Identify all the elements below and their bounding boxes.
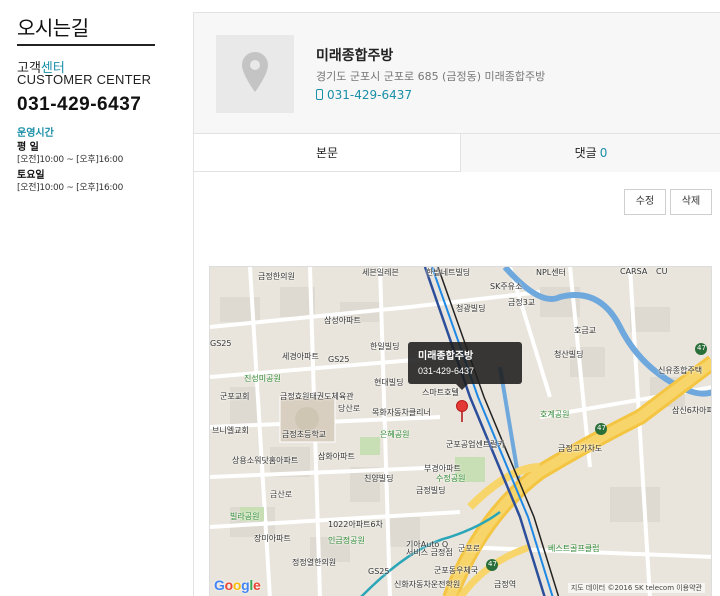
business-hours-title: 운영시간: [17, 128, 54, 139]
map-label: 브니엘교회: [212, 426, 249, 435]
map-label: 금정3교: [508, 298, 536, 307]
title-divider: [17, 44, 155, 46]
map-label: 서비스 금정점: [406, 548, 453, 557]
map-info-phone: 031-429-6437: [418, 366, 475, 376]
edit-button[interactable]: 수정: [624, 189, 666, 215]
map-label: SK주유소: [490, 282, 523, 291]
map-label: 상용소워닷홈아파트: [232, 456, 299, 465]
map-credit[interactable]: 지도 데이터 ©2016 SK telecom 이용약관: [567, 583, 705, 593]
map-label: GS25: [210, 339, 232, 348]
map-label: 금산로: [270, 490, 293, 499]
map-label: GS25: [328, 355, 350, 364]
map-label: GS25: [368, 567, 390, 576]
route-shield-label: 47: [488, 560, 497, 568]
map-label: 호금교: [574, 326, 597, 335]
map-label: 금정효원태권도체육관: [280, 392, 354, 401]
map-label: 스마트호텔: [422, 388, 459, 397]
map-label: 은혜공원: [380, 430, 410, 439]
map-label: 베스트골프클럽: [548, 544, 600, 553]
map-label: 군포로: [458, 544, 481, 553]
place-address: 경기도 군포시 군포로 685 (금정동) 미래종합주방: [316, 70, 546, 83]
google-logo-letter: G: [214, 577, 225, 593]
phone-icon: [316, 89, 323, 100]
map-label: 신화자동차운전학원: [394, 580, 461, 589]
map-label: 금정빌딩: [416, 486, 446, 495]
tab-body[interactable]: 본문: [194, 134, 461, 172]
map-label: 진성미공원: [244, 374, 281, 383]
map-label: 청광빌딩: [456, 304, 486, 313]
tab-comments-label: 댓글: [574, 146, 597, 160]
map-label: 삼신6차아파트: [672, 406, 711, 415]
map-label: 세븐일레븐: [362, 268, 399, 277]
map-label: 인금정공원: [328, 536, 365, 545]
map-label: 금정고가차도: [558, 444, 603, 453]
google-logo-letter: o: [232, 577, 242, 593]
map-label: 정정열한의원: [292, 558, 337, 567]
map-info-tail: [456, 384, 468, 390]
route-shield-label: 47: [697, 344, 706, 352]
saturday-hours: [오전]10:00 ~ [오후]16:00: [17, 183, 124, 193]
map-label: 군포동우체국: [434, 566, 479, 575]
map-label: 목화자동차클리너: [372, 408, 431, 417]
map-pin-icon: [242, 52, 268, 92]
map-label: 군포교회: [220, 392, 250, 401]
place-header: 미래종합주방 경기도 군포시 군포로 685 (금정동) 미래종합주방 031-…: [194, 13, 720, 134]
page-title: 오시는길: [17, 16, 89, 40]
place-card: 미래종합주방 경기도 군포시 군포로 685 (금정동) 미래종합주방 031-…: [193, 12, 720, 596]
map-label: 수정공원: [436, 474, 466, 483]
map-label: 삼성아파트: [324, 316, 361, 325]
google-logo[interactable]: Google: [214, 577, 261, 593]
map-label: 장미아파트: [254, 534, 291, 543]
map-label: CU: [656, 267, 668, 276]
google-logo-letter: e: [252, 577, 261, 593]
map-label: 당산로: [338, 404, 361, 413]
map-label: 신유종합주택: [658, 366, 703, 375]
weekday-hours: [오전]10:00 ~ [오후]16:00: [17, 155, 124, 165]
map-label: 삼화아파트: [318, 452, 355, 461]
place-name: 미래종합주방: [316, 48, 394, 64]
map-label: CARSA: [620, 267, 648, 276]
saturday-label: 토요일: [17, 170, 45, 181]
google-logo-letter: o: [224, 577, 234, 593]
map-marker-icon[interactable]: [455, 400, 469, 422]
map-label: 친양빌딩: [364, 474, 394, 483]
map-label: 한일빌딩: [370, 342, 400, 351]
map-label: 군포공업센트럴카: [446, 440, 505, 449]
content-tabs: 본문 댓글 0: [194, 134, 720, 172]
delete-button[interactable]: 삭제: [670, 189, 712, 215]
map-label: 한밭네트빌딩: [426, 268, 471, 277]
tab-body-label: 본문: [315, 146, 339, 160]
sidebar: 오시는길 고객센터 CUSTOMER CENTER 031-429-6437 운…: [0, 0, 190, 596]
map-label: 호계공원: [540, 410, 570, 419]
map-label: 현대빌딩: [374, 378, 404, 387]
map-label: 세경아파트: [282, 352, 319, 361]
customer-center-english: CUSTOMER CENTER: [17, 72, 152, 87]
map-label: 금정한의원: [258, 272, 295, 281]
weekday-label: 평 일: [17, 142, 39, 153]
map-label: 금정초등학교: [282, 430, 327, 439]
map-label: 1022아파트6차: [328, 520, 383, 529]
map-label: 금정역: [494, 580, 517, 589]
place-phone-number: 031-429-6437: [327, 88, 413, 102]
map-info-window[interactable]: 미래종합주방 031-429-6437: [408, 342, 522, 390]
place-phone-link[interactable]: 031-429-6437: [316, 88, 412, 102]
comments-count: 0: [599, 146, 608, 160]
customer-center-phone: 031-429-6437: [17, 94, 142, 115]
map-label: NPL센터: [536, 268, 566, 277]
map-label: 빌라공원: [230, 512, 260, 521]
tab-comments[interactable]: 댓글 0: [461, 134, 720, 172]
route-shield-label: 47: [597, 424, 606, 432]
map-view[interactable]: 금정한의원 세븐일레븐 한밭네트빌딩 SK주유소 금정3교 청광빌딩 삼성아파트…: [209, 266, 712, 596]
map-label: 청산빌딩: [554, 350, 584, 359]
place-thumbnail: [216, 35, 294, 113]
map-info-name: 미래종합주방: [418, 351, 474, 362]
